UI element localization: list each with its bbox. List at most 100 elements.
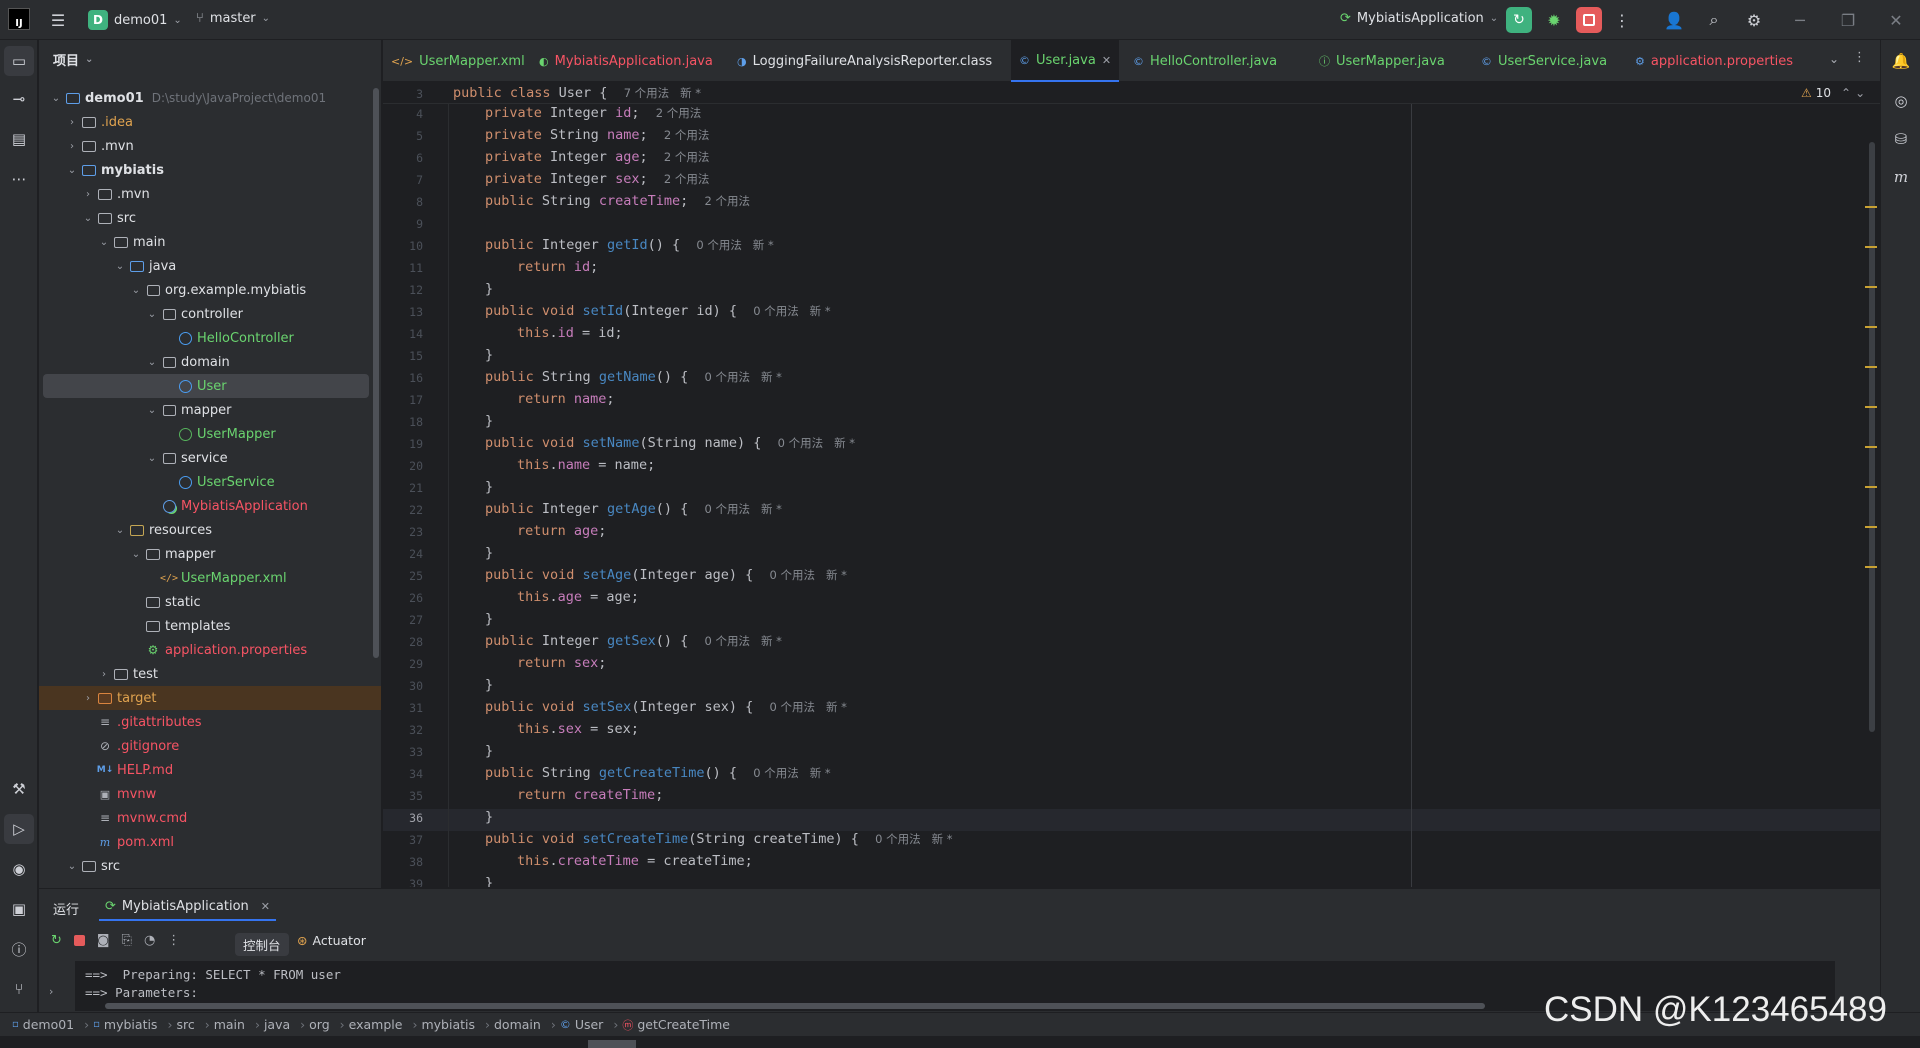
tree-item[interactable]: ⌄ src	[39, 854, 381, 878]
editor-tab[interactable]: </> UserMapper.xml	[383, 40, 525, 82]
tree-item[interactable]: › .mvn	[39, 182, 381, 206]
tree-item[interactable]: ⌄ demo01 D:\study\JavaProject\demo01	[39, 86, 381, 110]
chevron-down-icon[interactable]: ⌄	[129, 285, 143, 296]
chevron-right-icon[interactable]: ›	[81, 693, 95, 704]
breadcrumb-item[interactable]: ▫ demo01	[12, 1017, 74, 1032]
tree-item[interactable]: ⌄ domain	[39, 350, 381, 374]
run-config-tab[interactable]: ⟳ MybiatisApplication ✕	[99, 893, 276, 921]
run-tab-label[interactable]: 运行	[53, 899, 79, 918]
breadcrumb-item[interactable]: main	[214, 1017, 245, 1032]
search-icon[interactable]: ⌕	[1700, 6, 1728, 34]
tree-item[interactable]: ⚙ application.properties	[39, 638, 381, 662]
more-icon[interactable]: ⋮	[167, 933, 180, 948]
git-icon[interactable]: ⑂	[4, 974, 34, 1004]
warning-marker[interactable]	[1865, 206, 1877, 208]
chevron-down-icon[interactable]: ⌄	[97, 237, 111, 248]
profiler-icon[interactable]: ◔	[144, 933, 155, 948]
chevron-down-icon[interactable]: ⌄	[145, 357, 159, 368]
more-actions-icon[interactable]: ⋮	[1608, 6, 1636, 34]
project-panel-header[interactable]: 项目 ⌄	[53, 50, 93, 69]
run-config-selector[interactable]: ⟳ MybiatisApplication ⌄	[1340, 11, 1498, 26]
minimize-icon[interactable]: ─	[1786, 6, 1814, 34]
breadcrumb-item[interactable]: example	[349, 1017, 403, 1032]
tree-item[interactable]: ⊘ .gitignore	[39, 734, 381, 758]
chevron-down-icon[interactable]: ⌄	[145, 453, 159, 464]
tree-item[interactable]: › .idea	[39, 110, 381, 134]
terminal-icon[interactable]: ▣	[4, 894, 34, 924]
tabs-more-icon[interactable]: ⋮	[1853, 50, 1866, 65]
run-icon[interactable]: ▷	[4, 814, 34, 844]
ai-assistant-icon[interactable]: ◎	[1886, 86, 1916, 116]
tree-item[interactable]: ▣ mvnw	[39, 782, 381, 806]
tree-scrollbar[interactable]	[373, 88, 379, 658]
breadcrumb-item[interactable]: © User	[560, 1017, 604, 1032]
actuator-tab[interactable]: ⊛ Actuator	[297, 933, 366, 948]
tree-item[interactable]: ≡ .gitattributes	[39, 710, 381, 734]
structure-icon[interactable]: ▤	[4, 124, 34, 154]
warning-marker[interactable]	[1865, 526, 1877, 528]
notifications-bell-icon[interactable]: 🔔	[1886, 46, 1916, 76]
problems-icon[interactable]: ⓘ	[4, 934, 34, 964]
chevron-down-icon[interactable]: ⌄	[113, 525, 127, 536]
chevron-down-icon[interactable]: ⌄	[113, 261, 127, 272]
rerun-icon[interactable]: ↻	[51, 933, 62, 948]
stop-icon[interactable]	[73, 935, 85, 946]
editor-scrollbar[interactable]	[1869, 142, 1875, 732]
chevron-down-icon[interactable]: ⌄	[65, 861, 79, 872]
warning-marker[interactable]	[1865, 486, 1877, 488]
intellij-logo-icon[interactable]: IJ	[8, 8, 30, 30]
editor-tab[interactable]: © User.java ✕	[1011, 40, 1119, 82]
tree-item[interactable]: ⌄ java	[39, 254, 381, 278]
tree-item[interactable]: UserMapper	[39, 422, 381, 446]
breadcrumb-item[interactable]: ▫ mybiatis	[93, 1017, 157, 1032]
chevron-down-icon[interactable]: ⌄	[81, 213, 95, 224]
tree-item[interactable]: UserService	[39, 470, 381, 494]
chevron-down-icon[interactable]: ⌄	[145, 309, 159, 320]
tree-item[interactable]: ⌄ controller	[39, 302, 381, 326]
chevron-down-icon[interactable]: ⌄	[129, 549, 143, 560]
project-folder-icon[interactable]: ▭	[4, 46, 34, 76]
chevron-right-icon[interactable]: ›	[65, 117, 79, 128]
services-icon[interactable]: ◉	[4, 854, 34, 884]
warning-marker[interactable]	[1865, 246, 1877, 248]
stop-button[interactable]	[1576, 7, 1602, 33]
more-tools-icon[interactable]: ⋯	[4, 164, 34, 194]
breadcrumb-item[interactable]: domain	[494, 1017, 541, 1032]
warning-marker[interactable]	[1865, 446, 1877, 448]
inspection-widget[interactable]: ⚠ 10 ⌃ ⌄	[1801, 86, 1865, 100]
warning-marker[interactable]	[1865, 566, 1877, 568]
console-hscrollbar[interactable]	[105, 1003, 1485, 1009]
editor-tab[interactable]: ⚙ application.properties	[1627, 40, 1817, 82]
tree-item[interactable]: ≡ mvnw.cmd	[39, 806, 381, 830]
dump-threads-icon[interactable]: ⎘	[122, 933, 132, 948]
chevron-down-icon[interactable]: ⌄	[65, 165, 79, 176]
expand-arrow-icon[interactable]: ›	[49, 985, 53, 998]
warning-marker[interactable]	[1865, 286, 1877, 288]
breadcrumb-item[interactable]: ⓜ getCreateTime	[622, 1017, 730, 1033]
camera-icon[interactable]: ◙	[97, 933, 110, 948]
tree-item[interactable]: templates	[39, 614, 381, 638]
add-user-icon[interactable]: 👤	[1660, 6, 1688, 34]
tabs-dropdown-icon[interactable]: ⌄	[1829, 52, 1839, 66]
chevron-right-icon[interactable]: ›	[97, 669, 111, 680]
breadcrumb-item[interactable]: src	[176, 1017, 194, 1032]
branch-switcher[interactable]: ⑂ master ⌄	[196, 11, 270, 26]
tree-item[interactable]: ⌄ main	[39, 230, 381, 254]
commit-icon[interactable]: ⊸	[4, 84, 34, 114]
tree-item[interactable]: › target	[39, 686, 381, 710]
editor-tab[interactable]: © HelloController.java	[1125, 40, 1303, 82]
tree-item[interactable]: ⌄ mybiatis	[39, 158, 381, 182]
chevron-right-icon[interactable]: ›	[65, 141, 79, 152]
chevron-down-icon[interactable]: ⌄	[145, 405, 159, 416]
editor-tab[interactable]: © UserService.java	[1473, 40, 1619, 82]
build-hammer-icon[interactable]: ⚒	[4, 774, 34, 804]
close-icon[interactable]: ✕	[261, 900, 270, 913]
settings-gear-icon[interactable]: ⚙	[1740, 6, 1768, 34]
tree-item[interactable]: MybiatisApplication	[39, 494, 381, 518]
warning-marker[interactable]	[1865, 326, 1877, 328]
tree-item[interactable]: m pom.xml	[39, 830, 381, 854]
editor-tab[interactable]: ◑ LoggingFailureAnalysisReporter.class	[729, 40, 1003, 82]
tree-item[interactable]: ⌄ src	[39, 206, 381, 230]
tree-item[interactable]: ⌄ mapper	[39, 398, 381, 422]
breadcrumb-item[interactable]: java	[264, 1017, 290, 1032]
